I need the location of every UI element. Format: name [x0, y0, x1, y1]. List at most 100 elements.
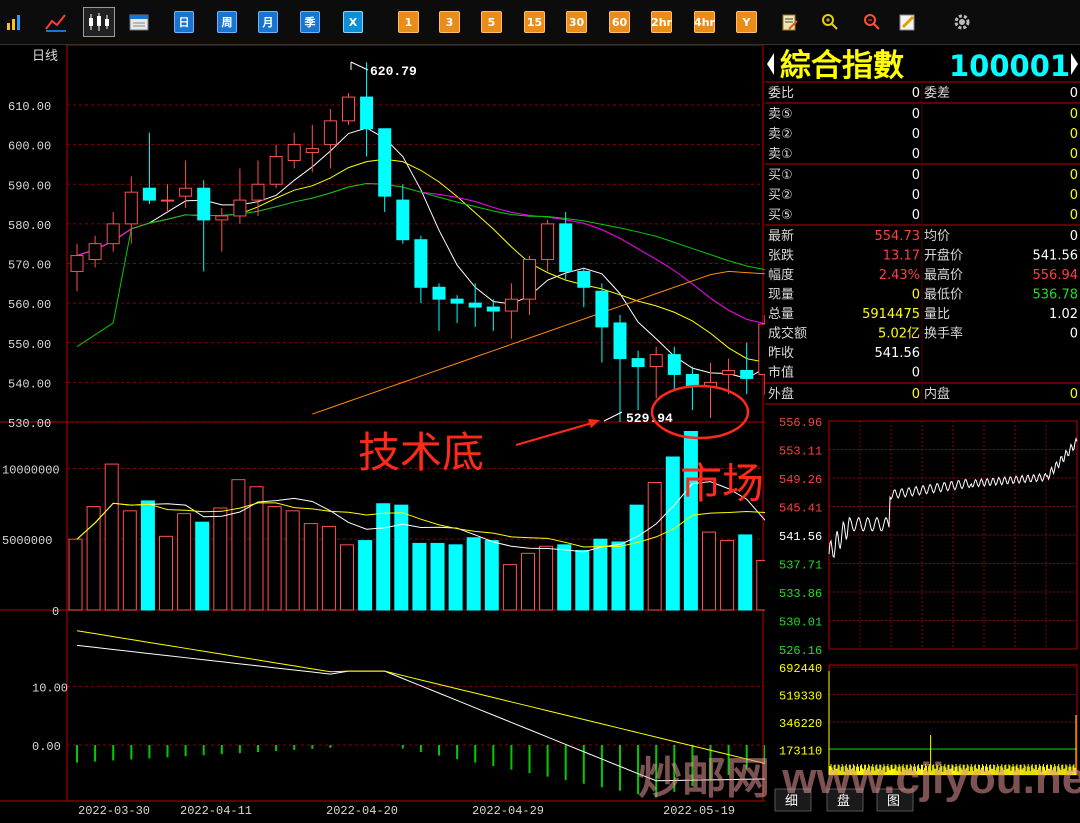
stat-label: 幅度: [768, 267, 794, 283]
volume-bar: [557, 544, 572, 611]
timeframe-button-周[interactable]: 周: [217, 11, 237, 33]
outer-volume-label: 外盘: [768, 386, 794, 402]
order-book-label: 买⑤: [768, 208, 793, 223]
inner-volume-value: 0: [1070, 387, 1078, 402]
bar-chart-icon[interactable]: [4, 11, 24, 33]
high-marker: 620.79: [370, 64, 417, 79]
candle: [613, 315, 627, 422]
stat-value: 5914475: [862, 307, 920, 322]
volume-bar: [539, 545, 554, 611]
timeframe-button-30[interactable]: 30: [566, 11, 587, 33]
timeframe-button-Y[interactable]: Y: [736, 11, 757, 33]
volume-bar: [231, 479, 246, 611]
candle: [124, 176, 138, 244]
candle: [323, 108, 337, 169]
timeframe-button-4hr[interactable]: 4hr: [694, 11, 715, 33]
stat-label: 最新: [768, 228, 794, 244]
volume-bar: [756, 559, 771, 611]
order-book-label: 买②: [768, 188, 793, 203]
order-book-label: 买①: [768, 168, 793, 183]
indicator-tick-label: 10.00: [32, 681, 68, 695]
timeframe-button-15[interactable]: 15: [524, 11, 545, 33]
stat-label: 换手率: [924, 326, 963, 342]
intraday-price-tick: 545.41: [779, 502, 822, 516]
timeframe-button-季[interactable]: 季: [300, 11, 320, 33]
volume-bar: [340, 544, 354, 611]
intraday-volume-tick: 692440: [779, 662, 822, 676]
timeframe-button-日[interactable]: 日: [174, 11, 194, 33]
stat-label: 成交额: [768, 326, 807, 342]
order-book-volume: 0: [1070, 107, 1078, 122]
timeframe-button-2hr[interactable]: 2hr: [651, 11, 672, 33]
volume-bar: [122, 510, 137, 611]
order-book-label: 卖②: [768, 127, 793, 142]
candle: [504, 283, 518, 339]
order-book-volume: 0: [1070, 127, 1078, 142]
volume-bar: [267, 506, 282, 611]
timeframe-button-月[interactable]: 月: [258, 11, 278, 33]
volume-bar: [303, 523, 318, 611]
order-book-price: 0: [912, 188, 920, 203]
candle: [685, 366, 699, 411]
annotation-tech-bottom: 技术底: [358, 428, 484, 477]
volume-bar: [213, 507, 228, 611]
line-chart-icon[interactable]: [44, 11, 68, 33]
intraday-price-tick: 556.96: [779, 416, 822, 430]
candle: [305, 124, 319, 173]
volume-bar: [86, 506, 101, 611]
volume-bar: [358, 540, 373, 611]
candle: [161, 184, 174, 212]
volume-tick-label: 0: [52, 605, 59, 619]
low-marker: 529.94: [626, 411, 673, 426]
zoom-out-icon[interactable]: [862, 11, 882, 33]
order-book-volume: 0: [1070, 208, 1078, 223]
timeframe-button-3[interactable]: 3: [439, 11, 460, 33]
candle: [142, 132, 156, 205]
timeframe-button-X[interactable]: X: [343, 11, 363, 33]
stat-label: 最高价: [924, 267, 963, 283]
candle: [667, 346, 681, 391]
date-label: 2022-04-29: [472, 804, 544, 818]
volume-bar: [104, 463, 119, 611]
candle: [396, 184, 410, 244]
zoom-in-icon[interactable]: [820, 11, 840, 33]
stat-label: 最低价: [924, 288, 963, 303]
price-tick-label: 570.00: [8, 259, 51, 273]
volume-bar: [484, 540, 499, 611]
candle: [577, 267, 591, 308]
stat-value: 541.56: [875, 346, 921, 361]
stat-value: 554.73: [875, 229, 921, 244]
quote-value: 0: [1070, 86, 1078, 101]
gear-icon[interactable]: [952, 11, 972, 33]
timeframe-button-5[interactable]: 5: [481, 11, 502, 33]
timeframe-button-1[interactable]: 1: [398, 11, 419, 33]
candle: [106, 211, 120, 252]
stat-label: 量比: [924, 307, 950, 322]
candlestick-icon[interactable]: [83, 7, 115, 37]
index-name: 綜合指數: [780, 48, 904, 84]
candle: [595, 283, 609, 363]
candle: [414, 235, 428, 304]
stat-value: 0: [912, 288, 920, 303]
candle: [468, 283, 482, 327]
stat-value: 5.02亿: [878, 327, 920, 342]
pencil-icon[interactable]: [897, 11, 917, 33]
stat-value: 0: [1070, 327, 1078, 342]
calendar-icon[interactable]: [128, 11, 150, 33]
volume-bar: [611, 541, 626, 611]
order-book-volume: 0: [1070, 147, 1078, 162]
stat-value: 2.43%: [879, 268, 920, 283]
stat-value: 0: [912, 366, 920, 381]
volume-bar: [159, 535, 173, 611]
indicator-tick-label: 0.00: [32, 740, 61, 754]
kline-chart[interactable]: 610.00 600.00 590.00 580.00 570.00 560.00 550.…: [0, 44, 806, 819]
notepad-icon[interactable]: [780, 11, 800, 33]
order-book-label: 卖⑤: [768, 107, 793, 122]
volume-bar: [321, 525, 336, 611]
price-tick-label: 530.00: [8, 417, 51, 431]
volume-bar: [448, 544, 463, 611]
candle: [740, 342, 754, 395]
timeframe-button-60[interactable]: 60: [609, 11, 630, 33]
volume-bar: [195, 521, 210, 611]
toolbar: 日 周月季 X 1 3 5 15 30 60 2hr 4hr Y: [0, 0, 1080, 45]
